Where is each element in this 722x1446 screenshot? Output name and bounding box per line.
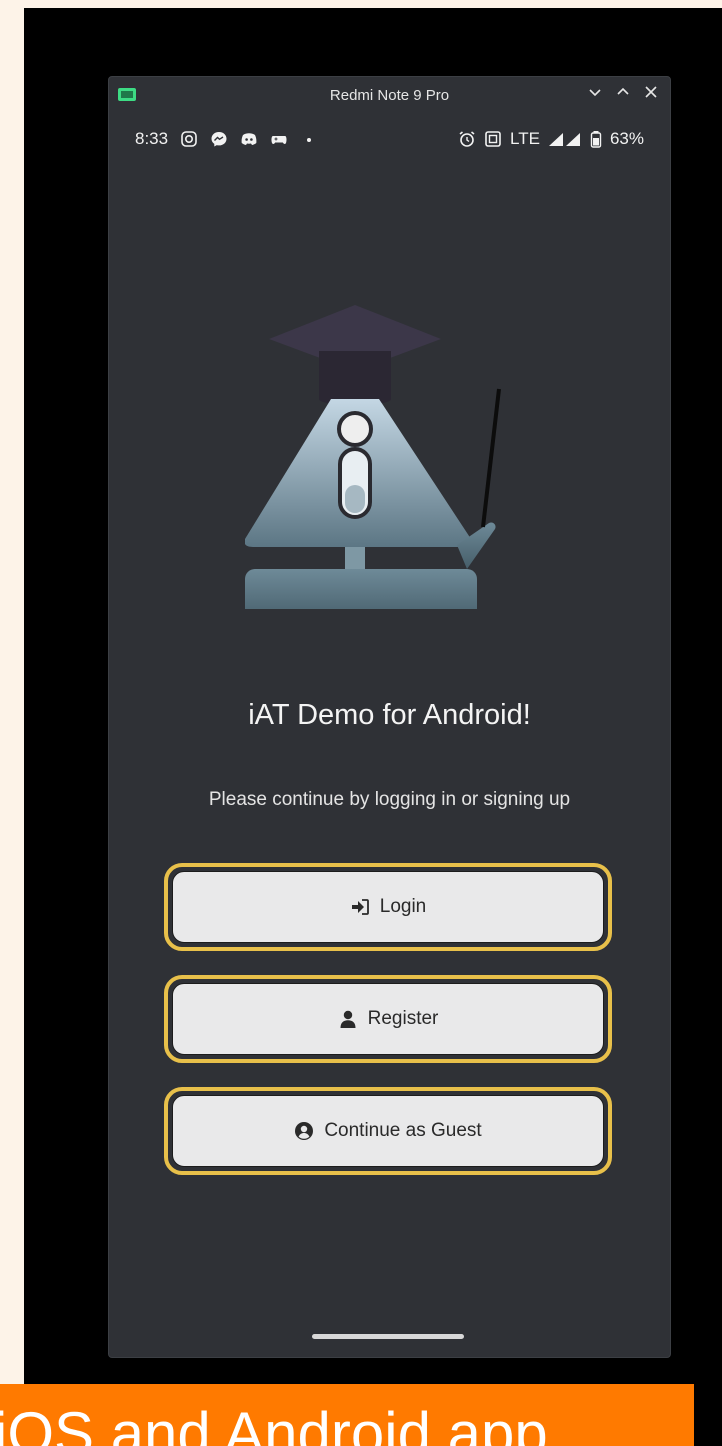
emulator-window: Redmi Note 9 Pro 8:33 LTE 63% iAT Demo f… bbox=[108, 76, 671, 1358]
app-title: iAT Demo for Android! bbox=[248, 699, 531, 731]
graduation-robot-logo bbox=[245, 305, 501, 609]
network-type: LTE bbox=[510, 129, 540, 148]
gamepad-icon bbox=[271, 136, 287, 144]
signal-icon bbox=[548, 133, 580, 146]
register-highlight: Register bbox=[164, 975, 612, 1063]
alarm-icon bbox=[459, 131, 475, 147]
minimize-chevron-icon[interactable] bbox=[586, 83, 604, 101]
close-icon[interactable] bbox=[642, 83, 660, 101]
battery-icon bbox=[590, 131, 602, 148]
nfc-icon bbox=[485, 131, 501, 147]
login-button[interactable]: Login bbox=[172, 871, 604, 943]
banner-text: iOS and Android app bbox=[0, 1400, 548, 1446]
window-titlebar: Redmi Note 9 Pro bbox=[109, 77, 670, 113]
maximize-chevron-icon[interactable] bbox=[614, 83, 632, 101]
user-icon bbox=[340, 1010, 356, 1028]
user-circle-icon bbox=[295, 1122, 314, 1140]
instagram-icon bbox=[181, 131, 197, 147]
register-button[interactable]: Register bbox=[172, 983, 604, 1055]
guest-label: Continue as Guest bbox=[324, 1120, 482, 1141]
phone-statusbar: 8:33 LTE 63% bbox=[109, 123, 670, 153]
home-indicator[interactable] bbox=[312, 1334, 464, 1339]
login-highlight: Login bbox=[164, 863, 612, 951]
app-subtitle: Please continue by logging in or signing… bbox=[208, 789, 571, 810]
guest-highlight: Continue as Guest bbox=[164, 1087, 612, 1175]
continue-as-guest-button[interactable]: Continue as Guest bbox=[172, 1095, 604, 1167]
dot-icon bbox=[307, 138, 312, 142]
login-label: Login bbox=[379, 896, 427, 917]
messenger-icon bbox=[211, 132, 227, 147]
register-label: Register bbox=[367, 1008, 439, 1029]
battery-percent: 63% bbox=[609, 129, 644, 148]
discord-icon bbox=[241, 133, 257, 145]
status-time: 8:33 bbox=[135, 129, 169, 148]
sign-in-icon bbox=[351, 899, 369, 915]
caption-banner: iOS and Android app bbox=[0, 1384, 694, 1446]
